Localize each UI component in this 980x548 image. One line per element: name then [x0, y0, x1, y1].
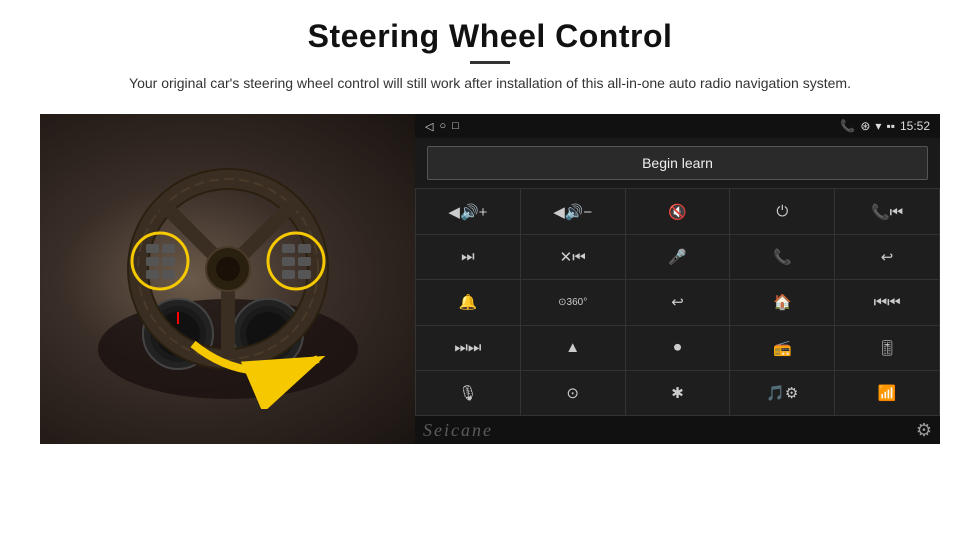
power-button[interactable]: ⏻ — [730, 189, 834, 233]
rewind-button[interactable]: ⏮⏮ — [835, 280, 939, 324]
home-button[interactable]: 🏠 — [730, 280, 834, 324]
back-button[interactable]: ↩ — [626, 280, 730, 324]
wifi-status-icon: ▾ — [875, 119, 881, 133]
seicane-bar: Seicane ⚙ — [415, 416, 940, 444]
seicane-watermark: Seicane — [423, 420, 493, 441]
prev-cancel-button[interactable]: ✕⏮ — [521, 235, 625, 279]
status-bar: ◁ ○ □ 📞 ⊛ ▾ ▪▪ 15:52 — [415, 114, 940, 138]
title-divider — [470, 61, 510, 64]
circle-menu-button[interactable]: ⊙ — [521, 371, 625, 415]
page-container: Steering Wheel Control Your original car… — [0, 0, 980, 548]
android-panel: ◁ ○ □ 📞 ⊛ ▾ ▪▪ 15:52 Begin learn — [415, 114, 940, 444]
status-icons: 📞 ⊛ ▾ ▪▪ 15:52 — [840, 119, 930, 133]
radio-button[interactable]: 📻 — [730, 326, 834, 370]
vol-up-button[interactable]: ◀🔊+ — [416, 189, 520, 233]
horn-button[interactable]: 🔔 — [416, 280, 520, 324]
car-image — [40, 114, 415, 444]
begin-learn-button[interactable]: Begin learn — [427, 146, 928, 180]
phone-status-icon: 📞 — [840, 119, 855, 133]
equalizer-button[interactable]: 🎚 — [835, 326, 939, 370]
cam-360-button[interactable]: ⊙360° — [521, 280, 625, 324]
steering-wheel-svg — [88, 149, 368, 409]
status-nav: ◁ ○ □ — [425, 120, 459, 133]
title-section: Steering Wheel Control Your original car… — [129, 18, 851, 108]
begin-learn-area: Begin learn — [415, 138, 940, 188]
hang-up-button[interactable]: ↩ — [835, 235, 939, 279]
mic2-button[interactable]: 🎙 — [416, 371, 520, 415]
mute-button[interactable]: 🔇 — [626, 189, 730, 233]
controls-grid: ◀🔊+ ◀🔊− 🔇 ⏻ 📞⏮ ⏭ ✕ — [415, 188, 940, 416]
battery-icon: ▪▪ — [886, 119, 895, 133]
nav-home-icon[interactable]: ○ — [439, 120, 446, 132]
location-status-icon: ⊛ — [860, 119, 870, 133]
bluetooth-button[interactable]: ✱ — [626, 371, 730, 415]
phone-answer-button[interactable]: 📞 — [730, 235, 834, 279]
nav-recent-icon[interactable]: □ — [452, 120, 459, 132]
next-track-button[interactable]: ⏭ — [416, 235, 520, 279]
vol-up-icon: ◀🔊+ — [448, 203, 487, 221]
microphone-button[interactable]: 🎤 — [626, 235, 730, 279]
signal-button[interactable]: 📶 — [835, 371, 939, 415]
time-display: 15:52 — [900, 119, 930, 133]
content-row: ◁ ○ □ 📞 ⊛ ▾ ▪▪ 15:52 Begin learn — [40, 114, 940, 444]
phone-prev-button[interactable]: 📞⏮ — [835, 189, 939, 233]
music-settings-button[interactable]: 🎵⚙ — [730, 371, 834, 415]
page-title: Steering Wheel Control — [129, 18, 851, 55]
steering-wheel-area — [50, 124, 405, 434]
vol-down-button[interactable]: ◀🔊− — [521, 189, 625, 233]
subtitle: Your original car's steering wheel contr… — [129, 72, 851, 94]
nav-back-icon[interactable]: ◁ — [425, 120, 433, 133]
fast-forward-button[interactable]: ⏭⏭ — [416, 326, 520, 370]
navigate-button[interactable]: ▲ — [521, 326, 625, 370]
settings-gear-icon[interactable]: ⚙ — [916, 420, 932, 441]
source-button[interactable]: ⏺ — [626, 326, 730, 370]
